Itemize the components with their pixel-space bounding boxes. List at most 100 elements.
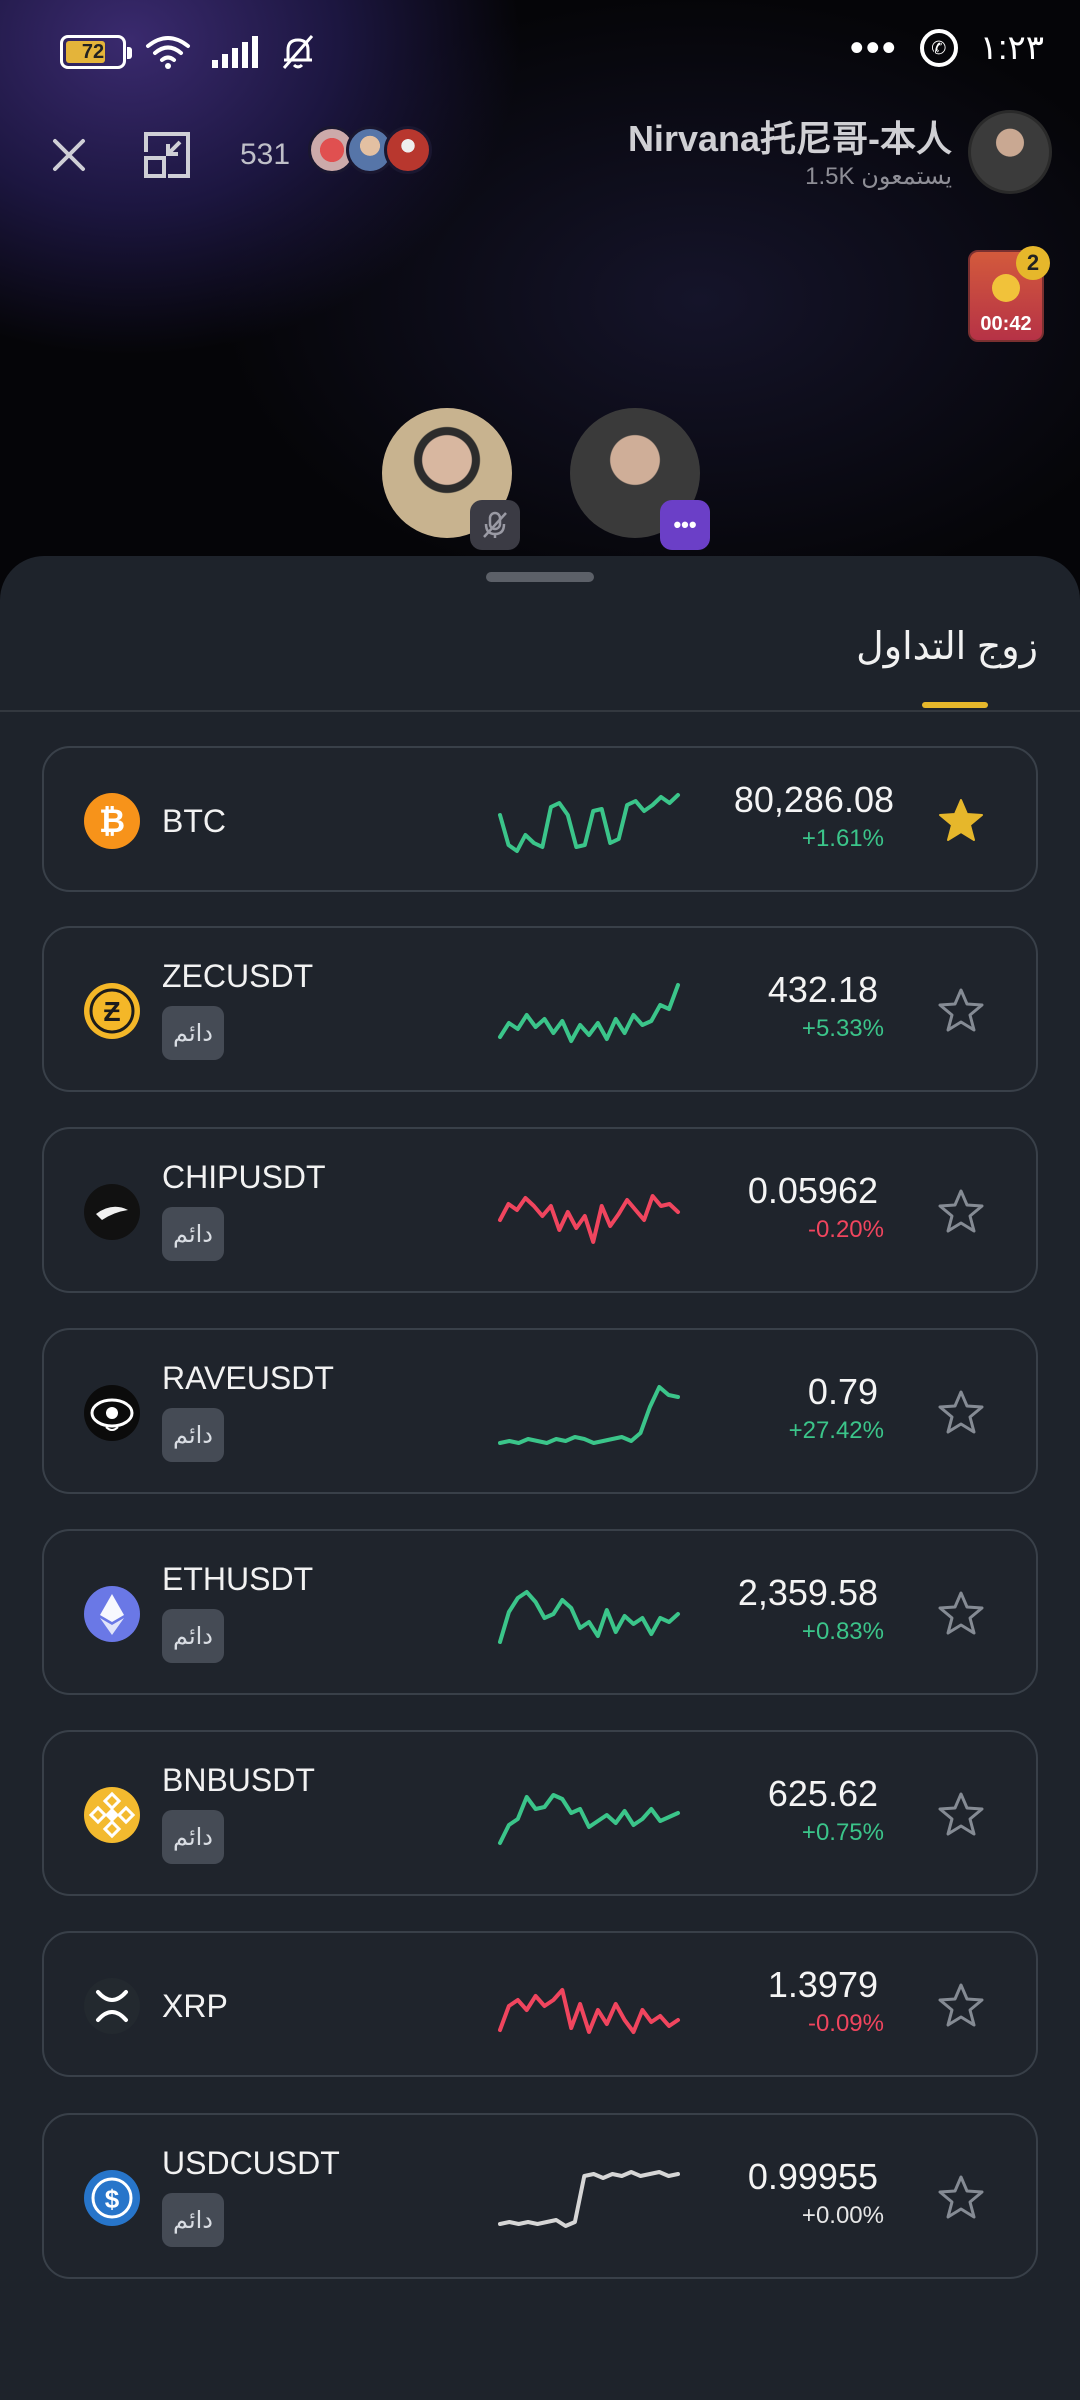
tab-trading-pairs[interactable]: زوج التداول (856, 624, 1038, 669)
sparkline-path (498, 1988, 680, 2034)
sparkline-path (498, 2170, 680, 2228)
overflow-dots: ••• (849, 26, 898, 70)
live-header: 531 Nirvana托尼哥-本人 1.5K يستمعون (0, 110, 1080, 200)
pair-price: 432.18 (767, 969, 878, 1010)
sparkline-path (498, 1590, 680, 1644)
sparkline-path (498, 1385, 680, 1445)
pair-price: 0.99955 (747, 2156, 878, 2197)
viewer-avatars[interactable] (308, 126, 432, 174)
battery-level: 72 (81, 40, 105, 63)
price-sparkline (498, 793, 680, 853)
pair-row-raveusdt[interactable]: RAVEUSDT دائم 0.79 +27.42% (42, 1328, 1038, 1494)
star-outline-icon[interactable] (936, 1589, 986, 1639)
pair-row-zecusdt[interactable]: Ƶ ZECUSDT دائم 432.18 +5.33% (42, 926, 1038, 1092)
pair-symbol: RAVEUSDT (162, 1360, 334, 1396)
pair-row-btc[interactable]: ₿ BTC 80,286.08 +1.61% (42, 746, 1038, 892)
sheet-drag-handle[interactable] (486, 572, 594, 582)
price-sparkline (498, 1988, 680, 2034)
pair-change: -0.09% (807, 2010, 884, 2037)
pair-symbol: ZECUSDT (162, 958, 314, 994)
tab-active-indicator (922, 702, 988, 708)
price-sparkline (498, 1385, 680, 1445)
pair-change: +0.75% (801, 1819, 884, 1846)
price-sparkline (498, 2170, 680, 2228)
price-sparkline (498, 983, 680, 1043)
pair-symbol: USDCUSDT (162, 2145, 340, 2181)
pair-symbol: BNBUSDT (162, 1762, 315, 1798)
whatsapp-icon: ✆ (919, 29, 958, 67)
perpetual-tag: دائم (162, 1207, 224, 1261)
pair-price: 2,359.58 (737, 1572, 878, 1613)
pair-price: 1.3979 (767, 1964, 878, 2005)
gift-widget[interactable]: 2 00:42 (968, 246, 1050, 342)
pair-row-xrp[interactable]: XRP 1.3979 -0.09% (42, 1931, 1038, 2077)
close-icon[interactable] (44, 130, 94, 180)
battery-icon: 72 (60, 35, 132, 69)
pair-change: +0.83% (801, 1618, 884, 1645)
pair-symbol: BTC (162, 803, 226, 839)
star-filled-icon[interactable] (936, 796, 986, 846)
mic-muted-icon (470, 500, 520, 550)
pair-row-usdcusdt[interactable]: $ USDCUSDT دائم 0.99955 +0.00% (42, 2113, 1038, 2279)
pair-price: 625.62 (767, 1773, 878, 1814)
pair-price: 0.79 (807, 1371, 878, 1412)
more-options-icon[interactable]: ••• (660, 500, 710, 550)
clock: ١:٢٣ (979, 29, 1044, 67)
svg-text:Ƶ: Ƶ (103, 996, 120, 1027)
bell-off-icon (282, 35, 314, 69)
sparkline-path (498, 793, 680, 853)
pair-price: 0.05962 (747, 1170, 878, 1211)
viewer-avatar[interactable] (384, 126, 432, 174)
star-outline-icon[interactable] (936, 1981, 986, 2031)
pair-symbol: ETHUSDT (162, 1561, 314, 1597)
usdc-icon: $ (84, 2170, 140, 2226)
status-bar: 72 ••• ✆ ١:٢٣ (0, 0, 1080, 110)
chip-icon (84, 1184, 140, 1240)
star-outline-icon[interactable] (936, 2173, 986, 2223)
gift-icon (992, 274, 1020, 302)
sparkline-path (498, 1793, 680, 1845)
zcash-icon: Ƶ (84, 983, 140, 1039)
pair-change: +1.61% (801, 825, 884, 852)
price-sparkline (498, 1194, 680, 1244)
ethereum-icon (84, 1586, 140, 1642)
pair-change: +5.33% (801, 1015, 884, 1042)
host-avatar[interactable] (968, 110, 1052, 194)
tab-divider (0, 710, 1080, 712)
bitcoin-icon: ₿ (84, 793, 140, 849)
pair-row-ethusdt[interactable]: ETHUSDT دائم 2,359.58 +0.83% (42, 1529, 1038, 1695)
host-name[interactable]: Nirvana托尼哥-本人 (628, 110, 952, 162)
sparkline-path (498, 983, 680, 1043)
perpetual-tag: دائم (162, 2193, 224, 2247)
perpetual-tag: دائم (162, 1609, 224, 1663)
perpetual-tag: دائم (162, 1006, 224, 1060)
svg-text:₿: ₿ (99, 803, 125, 839)
sparkline-path (498, 1194, 680, 1244)
perpetual-tag: دائم (162, 1810, 224, 1864)
xrp-icon (84, 1978, 140, 2034)
star-outline-icon[interactable] (936, 986, 986, 1036)
minimize-window-icon[interactable] (140, 128, 194, 182)
pair-row-chipusdt[interactable]: CHIPUSDT دائم 0.05962 -0.20% (42, 1127, 1038, 1293)
pair-row-bnbusdt[interactable]: BNBUSDT دائم 625.62 +0.75% (42, 1730, 1038, 1896)
price-sparkline (498, 1590, 680, 1644)
pair-change: -0.20% (807, 1216, 884, 1243)
perpetual-tag: دائم (162, 1408, 224, 1462)
pair-symbol: CHIPUSDT (162, 1159, 326, 1195)
pair-price: 80,286.08 (733, 779, 894, 820)
bnb-icon (84, 1787, 140, 1843)
price-sparkline (498, 1793, 680, 1845)
svg-text:$: $ (105, 2184, 120, 2214)
status-right: ••• ✆ ١:٢٣ (850, 28, 1044, 68)
signal-icon (212, 36, 258, 68)
status-left: 72 (60, 32, 318, 72)
host-listeners: 1.5K يستمعون (805, 163, 952, 190)
star-outline-icon[interactable] (936, 1187, 986, 1237)
viewer-count[interactable]: 531 (240, 138, 290, 172)
gift-timer: 00:42 (980, 313, 1032, 335)
pair-change: +0.00% (801, 2202, 884, 2229)
pair-change: +27.42% (788, 1417, 884, 1444)
star-outline-icon[interactable] (936, 1790, 986, 1840)
wifi-icon (146, 36, 190, 69)
star-outline-icon[interactable] (936, 1388, 986, 1438)
